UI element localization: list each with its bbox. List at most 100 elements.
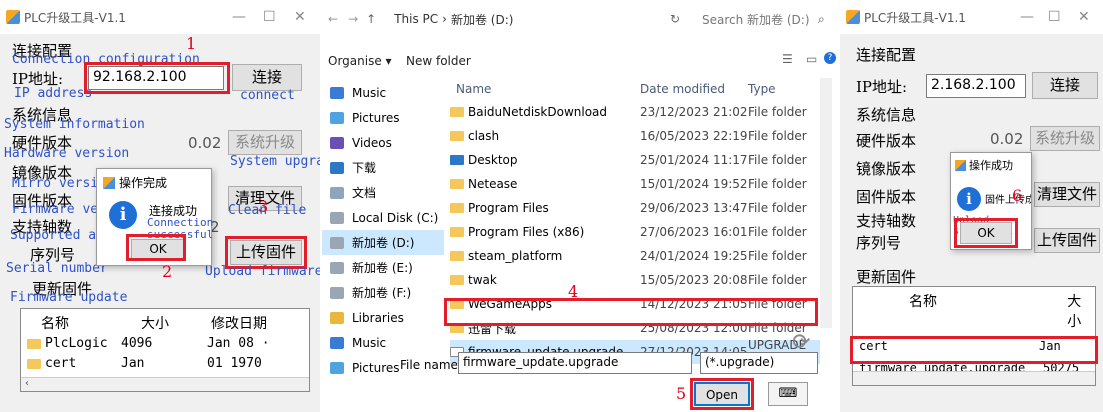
help-icon[interactable]: ? [824, 52, 836, 64]
up-icon[interactable]: ↑ [366, 12, 376, 26]
maximize-icon[interactable]: ☐ [263, 9, 276, 25]
sidebar-item-music-2[interactable]: Music [322, 330, 444, 355]
col-type-header[interactable]: Type [748, 82, 820, 96]
sidebar-item-drive-f[interactable]: 新加卷 (F:) [322, 280, 444, 305]
hardware-version-en: Hardware version [4, 146, 130, 161]
highlight-firmware-file [444, 298, 818, 326]
col-date-header[interactable]: Date modified [640, 82, 748, 96]
file-name-input[interactable]: firmware_update.upgrade [458, 352, 692, 374]
download-icon [330, 161, 344, 174]
app-logo-icon [6, 10, 20, 24]
file-row[interactable]: Netease 15/01/2024 19:52 File folder [450, 172, 820, 196]
disk-icon [330, 261, 344, 274]
horizontal-scrollbar[interactable] [853, 371, 1095, 385]
organise-menu[interactable]: Organise ▾ [328, 54, 392, 68]
sidebar-item-libraries[interactable]: Libraries [322, 305, 444, 330]
hardware-version-value: 0.02 [990, 130, 1024, 148]
sidebar-item-videos[interactable]: Videos [322, 130, 444, 155]
dialog-title: 操作成功 [969, 159, 1013, 172]
folder-icon [450, 203, 464, 213]
col-name-header: 名称 [41, 316, 69, 332]
sidebar-item-local-disk-c[interactable]: Local Disk (C:) [322, 205, 444, 230]
file-row[interactable]: Program Files (x86) 27/06/2023 16:01 File … [450, 220, 820, 244]
highlight-ip [84, 62, 230, 94]
file-list-header: Name Date modified Type [450, 78, 820, 100]
ip-address-input[interactable]: 2.168.2.100 [926, 74, 1026, 98]
folder-icon [27, 338, 41, 349]
firmware-file-list[interactable]: 名称 大小 修改日期 PlcLogic 4096 Jan 08 · cert J… [20, 308, 310, 392]
file-row[interactable]: steam_platform 24/01/2024 19:25 File folde… [450, 244, 820, 268]
file-name-label: File name: [400, 358, 462, 372]
pictures-icon [330, 361, 344, 374]
file-type-select[interactable]: (*.upgrade) [700, 352, 818, 374]
sidebar-item-drive-e[interactable]: 新加卷 (E:) [322, 255, 444, 280]
back-icon[interactable]: ← [328, 12, 338, 26]
view-options-icon[interactable]: ☰ [782, 52, 793, 66]
refresh-icon[interactable]: ↻ [670, 12, 680, 26]
search-icon[interactable]: ⌕ [818, 12, 825, 27]
horizontal-scrollbar[interactable]: ‹ [21, 377, 309, 391]
file-row[interactable]: Desktop 25/01/2024 11:17 File folder [450, 148, 820, 172]
sidebar-item-downloads[interactable]: 下载 [322, 155, 444, 180]
vertical-scrollbar[interactable] [820, 78, 832, 328]
breadcrumb-this-pc[interactable]: This PC [394, 12, 438, 26]
sidebar-item-drive-d[interactable]: 新加卷 (D:) [322, 230, 444, 255]
file-row[interactable]: clash 16/05/2023 22:19 File folder [450, 124, 820, 148]
col-size-header: 大小 [141, 316, 169, 332]
minimize-icon[interactable]: — [232, 9, 246, 25]
dialog-message: 固件上传成功 [985, 195, 1031, 206]
step-1-marker: 1 [186, 34, 197, 53]
firmware-version-label: 固件版本 [856, 188, 917, 206]
clean-file-button[interactable]: 清理文件 [1034, 182, 1100, 207]
file-open-dialog: ← → ↑ This PC › 新加卷 (D:) ↻ Search 新加卷 (D… [322, 0, 840, 412]
videos-icon [330, 136, 344, 149]
navigation-sidebar: Music Pictures Videos 下载 文档 Local Disk (… [322, 80, 444, 380]
dialog-logo-icon [103, 176, 115, 189]
upload-firmware-en: Upload firmware [205, 264, 320, 279]
file-row[interactable]: twak 15/05/2023 20:08 File folder [450, 268, 820, 292]
dialog-title: 操作完成 [119, 176, 168, 190]
highlight-ok [126, 234, 186, 261]
forward-icon[interactable]: → [348, 12, 358, 26]
dialog-logo-icon [955, 159, 966, 171]
disk-icon [330, 236, 344, 249]
highlight-ok [954, 218, 1018, 248]
search-input[interactable]: Search 新加卷 (D:) [702, 11, 812, 28]
system-upgrade-en: System upgrade [230, 154, 320, 169]
highlight-uploaded-file [850, 336, 1098, 364]
hardware-version-value: 0.02 [188, 134, 222, 152]
section-system-en: System information [4, 117, 145, 132]
connect-button[interactable]: 连接 [232, 64, 302, 91]
close-icon[interactable]: ✕ [1078, 9, 1090, 25]
step-2-marker: 2 [162, 262, 173, 281]
minimize-icon[interactable]: — [1020, 9, 1034, 25]
connect-button[interactable]: 连接 [1032, 72, 1098, 99]
table-row[interactable]: PlcLogic 4096 Jan 08 · [21, 335, 309, 352]
system-upgrade-button[interactable]: 系统升级 [228, 130, 302, 155]
sidebar-item-music[interactable]: Music [322, 80, 444, 105]
file-row[interactable]: BaiduNetdiskDownload 23/12/2023 21:02 File… [450, 100, 820, 124]
upload-firmware-button[interactable]: 上传固件 [1034, 228, 1100, 253]
sidebar-item-documents[interactable]: 文档 [322, 180, 444, 205]
plc-tool-window-right: PLC升级工具-V1.1 — ☐ ✕ 连接配置 IP地址: 2.168.2.10… [840, 0, 1103, 412]
file-row[interactable]: Program Files 29/06/2023 13:47 File folder [450, 196, 820, 220]
sidebar-item-pictures[interactable]: Pictures [322, 105, 444, 130]
folder-icon [450, 275, 464, 285]
step-4-marker: 4 [568, 282, 579, 301]
folder-icon [450, 179, 464, 189]
maximize-icon[interactable]: ☐ [1048, 9, 1061, 25]
breadcrumb-drive[interactable]: 新加卷 (D:) [451, 11, 513, 28]
table-row[interactable]: cert Jan 01 1970 [21, 352, 309, 372]
hardware-version-label: 硬件版本 [856, 132, 917, 150]
explorer-toolbar: Organise ▾ New folder ☰ ▭ ? [322, 48, 840, 72]
serial-number-label: 序列号 [856, 234, 902, 252]
system-upgrade-button[interactable]: 系统升级 [1030, 126, 1100, 151]
new-folder-button[interactable]: New folder [406, 54, 471, 68]
connect-button-en: connect [240, 88, 295, 103]
close-icon[interactable]: ✕ [294, 9, 306, 25]
keyboard-icon: ⌨ [768, 382, 808, 406]
step-5-marker: 5 [676, 384, 687, 403]
supported-axis-label: 支持轴数 [856, 212, 917, 230]
preview-pane-icon[interactable]: ▭ [806, 52, 817, 66]
col-name-header[interactable]: Name [450, 82, 640, 96]
